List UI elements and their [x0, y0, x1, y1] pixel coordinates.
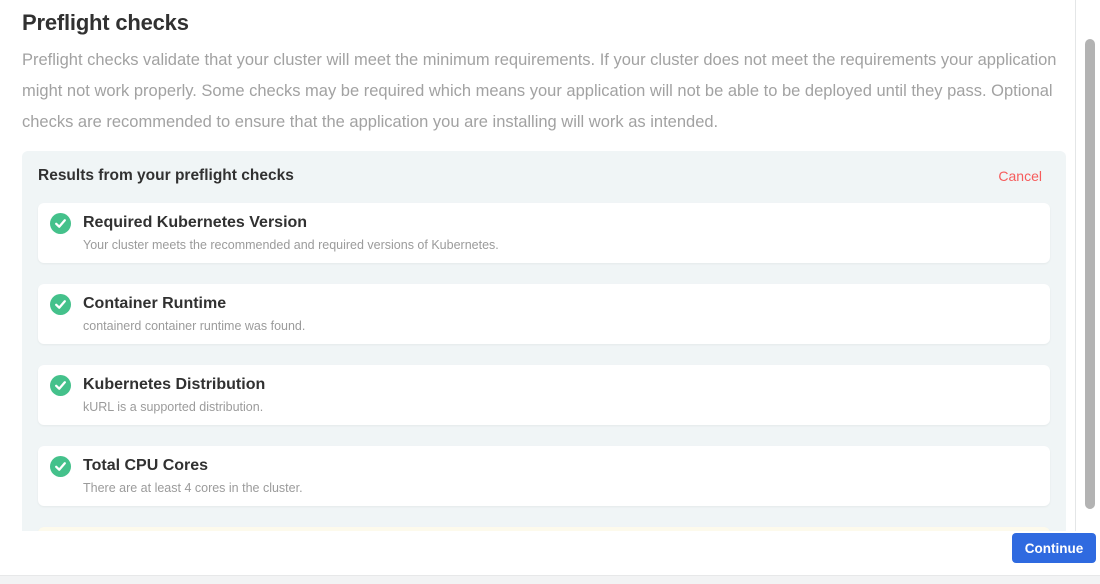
preflight-check-row: Container Runtime containerd container r… — [38, 284, 1050, 344]
bottom-strip — [0, 575, 1100, 584]
vertical-scrollbar-thumb[interactable] — [1085, 39, 1095, 509]
check-text: Total CPU Cores There are at least 4 cor… — [83, 455, 303, 496]
check-text: Required Kubernetes Version Your cluster… — [83, 212, 499, 253]
panel-header: Results from your preflight checks Cance… — [38, 165, 1050, 185]
check-text: Container Runtime containerd container r… — [83, 293, 305, 334]
preflight-check-row: Required Kubernetes Version Your cluster… — [38, 203, 1050, 263]
preflight-check-row: Kubernetes Distribution kURL is a suppor… — [38, 365, 1050, 425]
check-message: Your cluster meets the recommended and r… — [83, 238, 499, 253]
check-text: Kubernetes Distribution kURL is a suppor… — [83, 374, 265, 415]
preflight-scroll-region: Preflight checks Preflight checks valida… — [0, 0, 1076, 531]
footer-bar: Continue — [0, 531, 1100, 575]
check-message: kURL is a supported distribution. — [83, 400, 265, 415]
panel-title: Results from your preflight checks — [38, 167, 294, 185]
check-title: Total CPU Cores — [83, 455, 303, 476]
check-title: Kubernetes Distribution — [83, 374, 265, 395]
check-circle-icon — [50, 213, 71, 234]
check-title: Container Runtime — [83, 293, 305, 314]
check-circle-icon — [50, 456, 71, 477]
check-circle-icon — [50, 294, 71, 315]
check-list: Required Kubernetes Version Your cluster… — [38, 203, 1050, 531]
check-circle-icon — [50, 375, 71, 396]
preflight-check-row: Total CPU Cores There are at least 4 cor… — [38, 446, 1050, 506]
page-description: Preflight checks validate that your clus… — [22, 45, 1057, 138]
check-message: There are at least 4 cores in the cluste… — [83, 481, 303, 496]
page-title: Preflight checks — [22, 10, 1075, 36]
check-message: containerd container runtime was found. — [83, 319, 305, 334]
preflight-content: Preflight checks Preflight checks valida… — [0, 0, 1075, 531]
check-title: Required Kubernetes Version — [83, 212, 499, 233]
continue-button[interactable]: Continue — [1012, 533, 1096, 563]
cancel-button[interactable]: Cancel — [998, 168, 1042, 184]
preflight-results-panel: Results from your preflight checks Cance… — [22, 151, 1066, 531]
